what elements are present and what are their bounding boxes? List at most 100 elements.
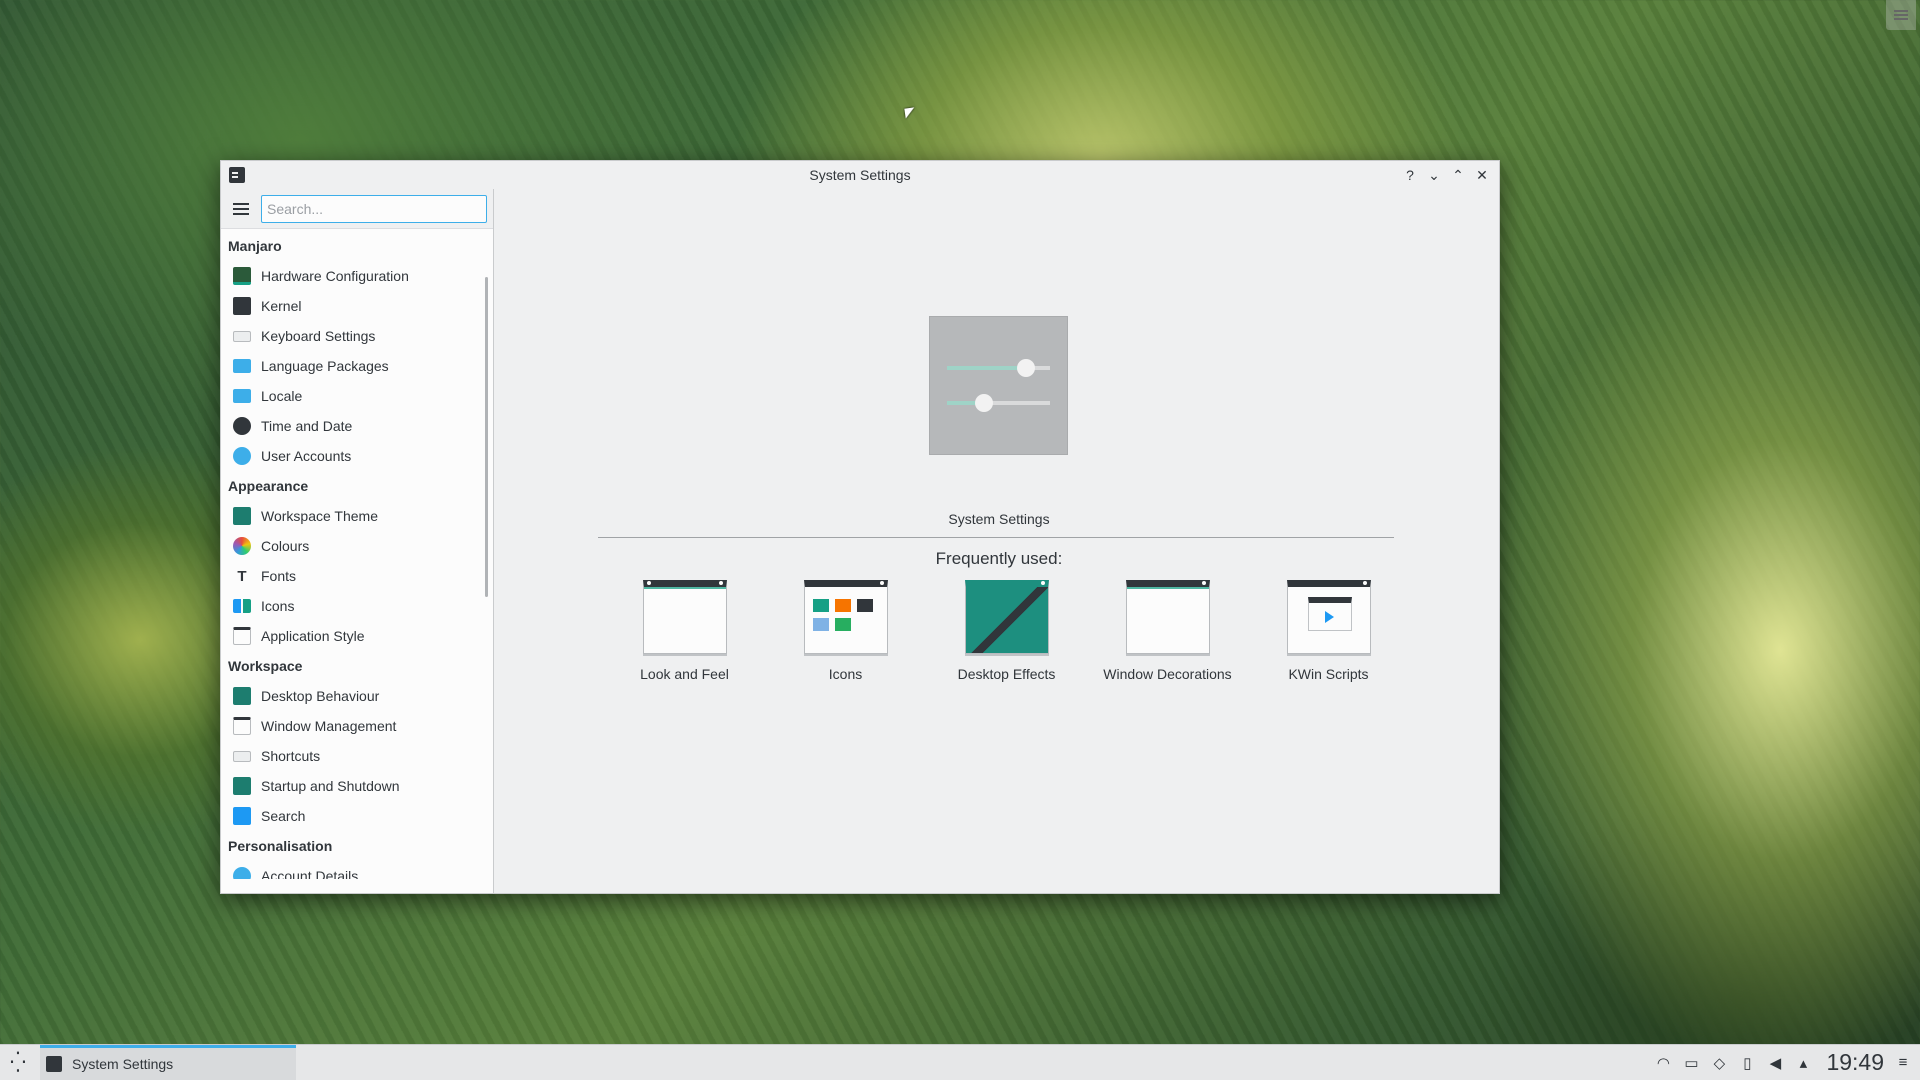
dropbox-icon[interactable]: ◇ — [1710, 1054, 1728, 1072]
search-input[interactable] — [261, 194, 487, 223]
language-icon — [233, 359, 251, 373]
window-decorations-icon — [1125, 580, 1210, 654]
sidebar-item-label: Hardware Configuration — [261, 268, 409, 284]
sidebar-item-label: Time and Date — [261, 418, 353, 434]
user-icon — [233, 447, 251, 465]
sidebar-item-application-style[interactable]: Application Style — [221, 621, 493, 651]
sidebar-item-label: Application Style — [261, 628, 365, 644]
sidebar-item-desktop-behaviour[interactable]: Desktop Behaviour — [221, 681, 493, 711]
taskbar: ⁛ System Settings ◠ ▭ ◇ ▯ ◀ ▴ 19:49 ≡ — [0, 1044, 1920, 1080]
sidebar-item-label: Keyboard Settings — [261, 328, 376, 344]
group-header-personalisation: Personalisation — [228, 838, 333, 854]
main-panel: System Settings Frequently used: Look an… — [494, 189, 1499, 893]
sidebar-item-label: Language Packages — [261, 358, 389, 374]
theme-icon — [233, 507, 251, 525]
clipboard-icon[interactable]: ▯ — [1738, 1054, 1756, 1072]
desktop-behaviour-icon — [233, 687, 251, 705]
group-header-workspace: Workspace — [228, 658, 303, 674]
frequent-item-kwin-scripts[interactable]: KWin Scripts — [1248, 580, 1409, 682]
locale-icon — [233, 389, 251, 403]
icons-icon — [803, 580, 888, 654]
hero-label: System Settings — [948, 511, 1050, 527]
group-header-appearance: Appearance — [228, 478, 309, 494]
sidebar-item-kernel[interactable]: Kernel — [221, 291, 493, 321]
frequent-item-label: Icons — [828, 666, 863, 682]
frequent-item-desktop-effects[interactable]: Desktop Effects — [926, 580, 1087, 682]
clock[interactable]: 19:49 — [1826, 1049, 1884, 1076]
divider — [598, 537, 1394, 538]
keyboard-icon — [233, 330, 251, 342]
system-tray: ◠ ▭ ◇ ▯ ◀ ▴ 19:49 ≡ — [1654, 1045, 1912, 1080]
sidebar-item-label: Locale — [261, 388, 303, 404]
wifi-icon[interactable]: ◠ — [1654, 1054, 1672, 1072]
sidebar-item-label: Kernel — [261, 298, 302, 314]
fonts-icon: T — [237, 567, 247, 585]
sidebar-item-user-accounts[interactable]: User Accounts — [221, 441, 493, 471]
minimize-button[interactable]: ⌄ — [1425, 165, 1443, 185]
sidebar-item-startup-and-shutdown[interactable]: Startup and Shutdown — [221, 771, 493, 801]
system-settings-window: System Settings ? ⌄ ⌃ ✕ Manjaro Hardware… — [220, 160, 1500, 894]
sidebar-item-label: Window Management — [261, 718, 397, 734]
sidebar-item-fonts[interactable]: T Fonts — [221, 561, 493, 591]
sidebar-item-shortcuts[interactable]: Shortcuts — [221, 741, 493, 771]
battery-icon[interactable]: ▭ — [1682, 1054, 1700, 1072]
kernel-icon — [233, 297, 251, 315]
desktop-effects-icon — [964, 580, 1049, 654]
volume-icon[interactable]: ◀ — [1766, 1054, 1784, 1072]
kwin-scripts-icon — [1286, 580, 1371, 654]
frequent-item-label: KWin Scripts — [1288, 666, 1369, 682]
icons-icon — [233, 599, 251, 613]
hamburger-menu-icon[interactable] — [233, 202, 251, 216]
panel-settings-icon[interactable]: ≡ — [1894, 1054, 1912, 1071]
sidebar-item-label: Colours — [261, 538, 310, 554]
frequent-item-icons[interactable]: Icons — [765, 580, 926, 682]
desktop-toolbox-button[interactable] — [1886, 0, 1916, 30]
tray-expand-icon[interactable]: ▴ — [1794, 1054, 1812, 1072]
group-header-manjaro: Manjaro — [228, 238, 282, 254]
sidebar-item-label: Icons — [261, 598, 295, 614]
frequently-used-title: Frequently used: — [935, 549, 1063, 568]
task-label: System Settings — [72, 1056, 174, 1072]
taskbar-task-system-settings[interactable]: System Settings — [40, 1045, 296, 1080]
sidebar-item-window-management[interactable]: Window Management — [221, 711, 493, 741]
system-settings-app-icon — [46, 1056, 62, 1072]
frequent-item-window-decorations[interactable]: Window Decorations — [1087, 580, 1248, 682]
sidebar-item-language-packages[interactable]: Language Packages — [221, 351, 493, 381]
sidebar-item-label: Startup and Shutdown — [261, 778, 400, 794]
colours-icon — [233, 537, 251, 555]
window-management-icon — [233, 717, 251, 735]
frequently-used-list: Look and Feel Icons Desktop Effects Wind… — [604, 580, 1409, 682]
sidebar: Manjaro Hardware Configuration Kernel Ke… — [221, 189, 494, 893]
sidebar-item-label: Desktop Behaviour — [261, 688, 380, 704]
frequent-item-look-and-feel[interactable]: Look and Feel — [604, 580, 765, 682]
help-button[interactable]: ? — [1401, 165, 1419, 185]
sidebar-item-locale[interactable]: Locale — [221, 381, 493, 411]
sidebar-item-label: Search — [261, 808, 306, 824]
sidebar-item-keyboard-settings[interactable]: Keyboard Settings — [221, 321, 493, 351]
clock-icon — [233, 417, 251, 435]
sidebar-item-label: Shortcuts — [261, 748, 321, 764]
startup-icon — [233, 777, 251, 795]
frequent-item-label: Desktop Effects — [957, 666, 1056, 682]
sidebar-item-icons[interactable]: Icons — [221, 591, 493, 621]
frequent-item-label: Look and Feel — [640, 666, 729, 682]
sidebar-item-search[interactable]: Search — [221, 801, 493, 831]
shortcuts-icon — [233, 750, 251, 762]
sidebar-item-workspace-theme[interactable]: Workspace Theme — [221, 501, 493, 531]
sidebar-item-hardware-configuration[interactable]: Hardware Configuration — [221, 261, 493, 291]
window-titlebar[interactable]: System Settings ? ⌄ ⌃ ✕ — [221, 161, 1499, 189]
sidebar-item-colours[interactable]: Colours — [221, 531, 493, 561]
sidebar-item-label: Fonts — [261, 568, 297, 584]
frequent-item-label: Window Decorations — [1103, 666, 1232, 682]
settings-sliders-icon — [929, 316, 1068, 455]
maximize-button[interactable]: ⌃ — [1449, 165, 1467, 185]
sidebar-item-label: Account Details — [261, 868, 359, 879]
sidebar-item-time-and-date[interactable]: Time and Date — [221, 411, 493, 441]
sidebar-scrollbar[interactable] — [485, 277, 488, 597]
application-launcher-icon[interactable]: ⁛ — [0, 1045, 36, 1080]
mouse-cursor — [904, 107, 916, 119]
close-button[interactable]: ✕ — [1473, 165, 1491, 185]
sidebar-item-label: User Accounts — [261, 448, 352, 464]
sidebar-item-account-details[interactable]: Account Details — [221, 861, 493, 879]
window-title: System Settings — [809, 167, 911, 183]
